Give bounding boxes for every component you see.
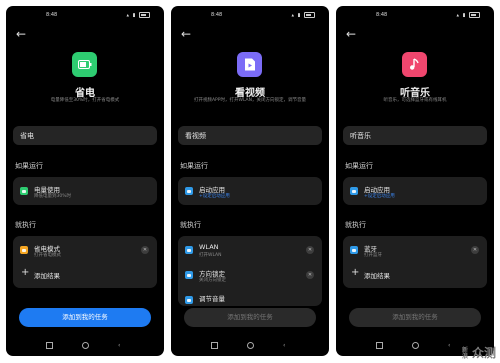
- page-description: 电量降低至30%时，打开省电模式: [50, 98, 120, 103]
- power-save-icon: [20, 246, 28, 254]
- add-to-my-tasks-button[interactable]: 添加到我的任务: [349, 308, 481, 327]
- task-name-field[interactable]: 看视频: [178, 126, 322, 145]
- watermark-side-text: 新浪: [461, 346, 468, 360]
- action-subtitle: 打开蓝牙: [364, 253, 382, 258]
- battery-usage-icon: [20, 187, 28, 195]
- back-nav-icon[interactable]: ‹: [283, 342, 285, 349]
- status-time: 8:48: [376, 12, 388, 18]
- condition-row[interactable]: 电量使用 降低电量到30%时: [13, 180, 157, 202]
- status-icons: ▴ ▮: [457, 12, 480, 19]
- action-row[interactable]: WLAN 打开WLAN ✕: [178, 239, 322, 261]
- action-subtitle: 关闭方向锁定: [199, 278, 226, 283]
- add-result-row[interactable]: + 添加结果: [343, 264, 487, 286]
- set-launch-app-link[interactable]: +设定启动应用: [199, 193, 230, 199]
- battery-icon: [469, 12, 480, 18]
- set-launch-app-link[interactable]: +设定启动应用: [364, 193, 395, 199]
- status-icons: ▴ ▮: [127, 12, 150, 19]
- action-subtitle: 打开WLAN: [199, 253, 222, 258]
- bluetooth-icon: [350, 246, 358, 254]
- condition-row[interactable]: 启动应用 +设定启动应用: [178, 180, 322, 202]
- then-section-label: 就执行: [180, 221, 201, 229]
- remove-action-icon[interactable]: ✕: [306, 246, 314, 254]
- back-arrow-icon[interactable]: ←: [181, 28, 191, 40]
- remove-action-icon[interactable]: ✕: [306, 271, 314, 279]
- task-name-field[interactable]: 听音乐: [343, 126, 487, 145]
- status-bar: 8:48 ▴ ▮: [336, 11, 494, 21]
- actions-card: 蓝牙 打开蓝牙 ✕ + 添加结果: [343, 236, 487, 288]
- status-time: 8:48: [46, 12, 58, 18]
- status-bar: 8:48 ▴ ▮: [6, 11, 164, 21]
- then-section-label: 就执行: [345, 221, 366, 229]
- condition-card[interactable]: 启动应用 +设定启动应用: [178, 177, 322, 205]
- video-app-icon: [237, 52, 262, 77]
- phone-screen-power-save: 8:48 ▴ ▮ ← 省电 电量降低至30%时，打开省电模式 省电 如果运行 电…: [6, 6, 164, 356]
- actions-card: 省电模式 打开省电模式 ✕ + 添加结果: [13, 236, 157, 288]
- add-result-label: 添加结果: [34, 272, 60, 280]
- task-name-value: 听音乐: [350, 132, 371, 140]
- then-section-label: 就执行: [15, 221, 36, 229]
- condition-card[interactable]: 启动应用 +设定启动应用: [343, 177, 487, 205]
- phone-screen-watch-video: 8:48 ▴ ▮ ← 看视频 打开视频APP时，打开WLAN，关闭方向锁定，调节…: [171, 6, 329, 356]
- page-description: 听音乐，可选择蓝牙或有线耳机: [383, 98, 447, 103]
- plus-icon: +: [351, 267, 360, 278]
- back-nav-icon[interactable]: ‹: [118, 342, 120, 349]
- add-result-label: 添加结果: [364, 272, 390, 280]
- status-icons: ▴ ▮: [292, 12, 315, 19]
- wlan-icon: [185, 246, 193, 254]
- back-nav-icon[interactable]: ‹: [448, 342, 450, 349]
- status-time: 8:48: [211, 12, 223, 18]
- add-result-row[interactable]: + 添加结果: [13, 264, 157, 286]
- action-subtitle: 打开省电模式: [34, 253, 61, 258]
- condition-card[interactable]: 电量使用 降低电量到30%时: [13, 177, 157, 205]
- action-row[interactable]: 蓝牙 打开蓝牙 ✕: [343, 239, 487, 261]
- if-section-label: 如果运行: [345, 162, 373, 170]
- page-description: 打开视频APP时，打开WLAN，关闭方向锁定，调节音量: [193, 98, 306, 103]
- condition-row[interactable]: 启动应用 +设定启动应用: [343, 180, 487, 202]
- if-section-label: 如果运行: [180, 162, 208, 170]
- add-to-my-tasks-button[interactable]: 添加到我的任务: [19, 308, 151, 327]
- action-title: WLAN: [199, 243, 219, 251]
- condition-subtitle: 降低电量到30%时: [34, 194, 72, 199]
- remove-action-icon[interactable]: ✕: [471, 246, 479, 254]
- remove-action-icon[interactable]: ✕: [141, 246, 149, 254]
- navigation-bar: ‹: [6, 342, 164, 352]
- action-title: 调节音量: [199, 295, 225, 303]
- status-bar: 8:48 ▴ ▮: [171, 11, 329, 21]
- volume-icon: [185, 296, 193, 304]
- action-row[interactable]: 调节音量: [178, 289, 322, 306]
- back-arrow-icon[interactable]: ←: [346, 28, 356, 40]
- battery-icon: [139, 12, 150, 18]
- launch-app-icon: [185, 187, 193, 195]
- battery-app-icon: [72, 52, 97, 77]
- music-app-icon: [402, 52, 427, 77]
- navigation-bar: ‹: [171, 342, 329, 352]
- action-row[interactable]: 方向锁定 关闭方向锁定 ✕: [178, 264, 322, 286]
- watermark-logo: 新浪 众测: [462, 344, 496, 361]
- if-section-label: 如果运行: [15, 162, 43, 170]
- actions-card: WLAN 打开WLAN ✕ 方向锁定 关闭方向锁定 ✕ 调节音量: [178, 236, 322, 306]
- task-name-value: 省电: [20, 132, 34, 140]
- watermark-main-text: 众测: [471, 346, 496, 360]
- add-to-my-tasks-button[interactable]: 添加到我的任务: [184, 308, 316, 327]
- action-row[interactable]: 省电模式 打开省电模式 ✕: [13, 239, 157, 261]
- phone-screen-listen-music: 8:48 ▴ ▮ ← 听音乐 听音乐，可选择蓝牙或有线耳机 听音乐 如果运行 启…: [336, 6, 494, 356]
- launch-app-icon: [350, 187, 358, 195]
- task-name-value: 看视频: [185, 132, 206, 140]
- battery-icon: [304, 12, 315, 18]
- back-arrow-icon[interactable]: ←: [16, 28, 26, 40]
- task-name-field[interactable]: 省电: [13, 126, 157, 145]
- rotation-lock-icon: [185, 271, 193, 279]
- plus-icon: +: [21, 267, 30, 278]
